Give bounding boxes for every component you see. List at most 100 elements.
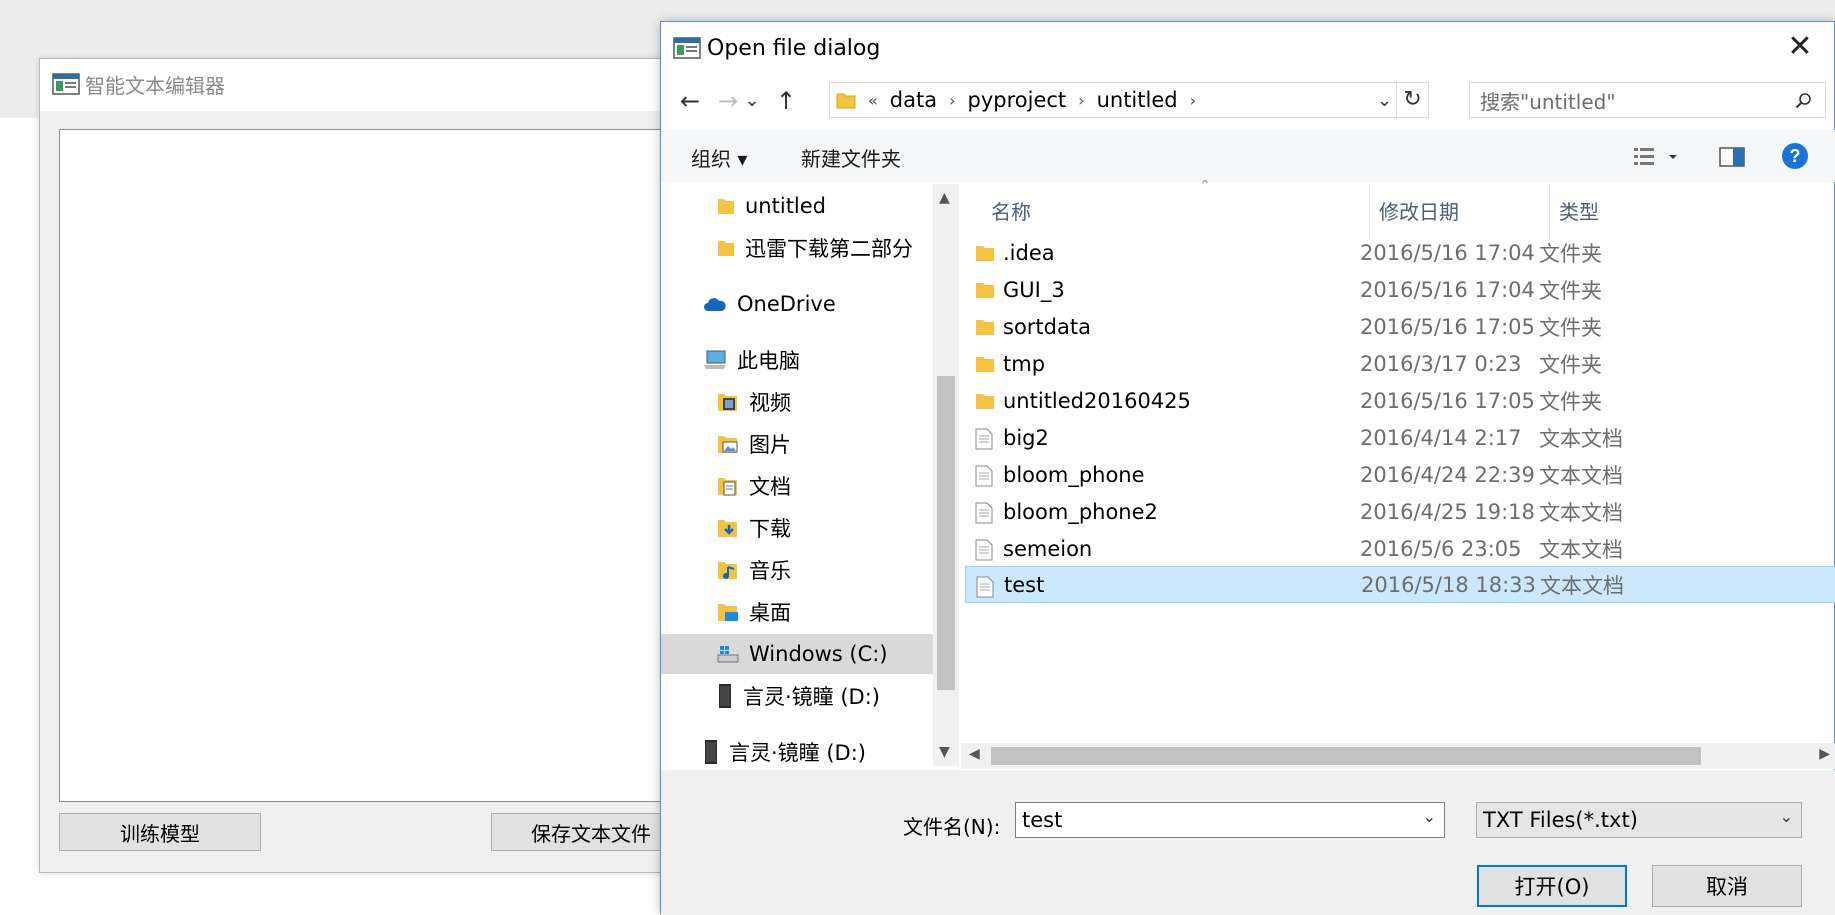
nav-item-drive-d-root[interactable]: 言灵·镜瞳 (D:) bbox=[703, 732, 866, 766]
folder-icon bbox=[976, 357, 994, 372]
forward-arrow-icon[interactable]: → bbox=[713, 86, 743, 116]
text-file-icon bbox=[975, 539, 993, 561]
nav-item-label: untitled bbox=[745, 194, 827, 218]
refresh-icon[interactable]: ↻ bbox=[1396, 83, 1428, 117]
drive-d-icon bbox=[719, 684, 731, 708]
video-folder-icon bbox=[718, 394, 737, 411]
scroll-left-icon[interactable]: ◀ bbox=[969, 746, 980, 762]
nav-item-drive-d[interactable]: 言灵·镜瞳 (D:) bbox=[717, 676, 880, 716]
breadcrumb-data[interactable]: data bbox=[890, 88, 937, 112]
cancel-button[interactable]: 取消 bbox=[1652, 865, 1802, 907]
nav-item-onedrive[interactable]: OneDrive bbox=[703, 284, 836, 324]
file-row-untitled20160425[interactable]: untitled20160425 2016/5/16 17:05 文件夹 bbox=[965, 382, 1835, 419]
nav-item-label: 言灵·镜瞳 (D:) bbox=[729, 741, 866, 765]
dialog-titlebar: Open file dialog bbox=[673, 32, 880, 64]
nav-item-this-pc[interactable]: 此电脑 bbox=[703, 340, 800, 380]
view-options-icon[interactable] bbox=[1633, 146, 1681, 168]
sort-ascending-icon: ⌃ bbox=[1199, 178, 1211, 194]
breadcrumb-separator-icon[interactable]: › bbox=[949, 91, 955, 110]
file-list-scrollbar[interactable]: ◀ ▶ bbox=[961, 743, 1835, 769]
nav-item-label: 下载 bbox=[749, 517, 791, 541]
organize-menu-button[interactable]: 组织 ▾ bbox=[691, 143, 747, 172]
nav-item-desktop[interactable]: 桌面 bbox=[717, 592, 791, 632]
filename-label: 文件名(N): bbox=[903, 815, 1001, 839]
file-date: 2016/5/16 17:04 bbox=[1360, 240, 1535, 265]
filetype-select[interactable]: TXT Files(*.txt) ⌄ bbox=[1476, 802, 1802, 838]
nav-item-pictures[interactable]: 图片 bbox=[717, 424, 791, 464]
scroll-up-icon[interactable]: ▲ bbox=[939, 190, 950, 206]
close-icon[interactable]: ✕ bbox=[1782, 32, 1818, 64]
scroll-right-icon[interactable]: ▶ bbox=[1819, 746, 1830, 762]
file-name: bloom_phone2 bbox=[1003, 499, 1158, 524]
file-row-semeion[interactable]: semeion 2016/5/6 23:05 文本文档 bbox=[965, 530, 1835, 567]
scrollbar-thumb[interactable] bbox=[937, 376, 955, 690]
open-button[interactable]: 打开(O) bbox=[1477, 865, 1627, 907]
file-date: 2016/4/25 19:18 bbox=[1360, 499, 1535, 524]
help-icon[interactable]: ? bbox=[1781, 142, 1809, 170]
file-row-bloom-phone[interactable]: bloom_phone 2016/4/24 22:39 文本文档 bbox=[965, 456, 1835, 493]
nav-item-xunlei-downloads[interactable]: 迅雷下载第二部分 bbox=[717, 228, 913, 268]
file-type: 文本文档 bbox=[1539, 500, 1623, 525]
column-header-date[interactable]: 修改日期 bbox=[1379, 196, 1459, 225]
breadcrumb-pyproject[interactable]: pyproject bbox=[968, 88, 1067, 112]
breadcrumb-separator-icon[interactable]: › bbox=[1190, 91, 1196, 110]
nav-item-label: 文档 bbox=[749, 475, 791, 499]
scrollbar-thumb[interactable] bbox=[991, 747, 1701, 765]
nav-item-untitled[interactable]: untitled bbox=[717, 186, 826, 226]
recent-locations-chevron-icon[interactable]: ⌄ bbox=[742, 86, 762, 116]
computer-icon bbox=[704, 350, 726, 369]
train-model-button[interactable]: 训练模型 bbox=[59, 813, 261, 851]
navigation-pane-scrollbar[interactable]: ▲ ▼ bbox=[933, 184, 959, 766]
nav-item-windows-c[interactable]: Windows (C:) bbox=[661, 634, 933, 674]
scroll-down-icon[interactable]: ▼ bbox=[939, 744, 950, 760]
drive-d-icon bbox=[705, 740, 717, 764]
breadcrumb-untitled[interactable]: untitled bbox=[1097, 88, 1178, 112]
preview-pane-icon[interactable] bbox=[1719, 146, 1745, 168]
editor-text-area[interactable] bbox=[59, 129, 679, 802]
search-placeholder: 搜索"untitled" bbox=[1480, 89, 1616, 114]
nav-item-label: OneDrive bbox=[737, 292, 836, 316]
address-dropdown-icon[interactable]: ⌄ bbox=[1377, 90, 1392, 111]
chevron-down-icon[interactable]: ⌄ bbox=[1423, 807, 1436, 826]
column-divider[interactable] bbox=[1549, 184, 1550, 239]
nav-item-label: 此电脑 bbox=[737, 349, 800, 373]
navigation-pane: untitled 迅雷下载第二部分 OneDrive 此电脑 视频 图片 文档 bbox=[661, 184, 933, 766]
file-row-gui3[interactable]: GUI_3 2016/5/16 17:04 文件夹 bbox=[965, 271, 1835, 308]
file-row-sortdata[interactable]: sortdata 2016/5/16 17:05 文件夹 bbox=[965, 308, 1835, 345]
search-input[interactable]: 搜索"untitled" bbox=[1469, 82, 1826, 118]
column-header-name[interactable]: 名称 bbox=[991, 196, 1031, 225]
file-row-bloom-phone2[interactable]: bloom_phone2 2016/4/25 19:18 文本文档 bbox=[965, 493, 1835, 530]
text-file-icon bbox=[976, 576, 994, 598]
search-icon[interactable] bbox=[1795, 92, 1813, 110]
filename-input[interactable]: test ⌄ bbox=[1015, 802, 1445, 838]
nav-item-downloads[interactable]: 下载 bbox=[717, 508, 791, 548]
text-file-icon bbox=[975, 428, 993, 450]
breadcrumb-separator-icon[interactable]: › bbox=[1078, 91, 1084, 110]
nav-item-label: 音乐 bbox=[749, 559, 791, 583]
file-row-big2[interactable]: big2 2016/4/14 2:17 文本文档 bbox=[965, 419, 1835, 456]
nav-item-label: 言灵·镜瞳 (D:) bbox=[743, 685, 880, 709]
column-header-type[interactable]: 类型 bbox=[1559, 196, 1599, 225]
address-bar[interactable]: « data › pyproject › untitled › ⌄ ↻ bbox=[829, 82, 1429, 118]
main-window: 智能文本编辑器 训练模型 保存文本文件 bbox=[39, 58, 691, 873]
file-date: 2016/5/16 17:04 bbox=[1360, 277, 1535, 302]
filetype-value: TXT Files(*.txt) bbox=[1483, 808, 1638, 832]
address-overflow-icon[interactable]: « bbox=[868, 91, 878, 110]
text-file-icon bbox=[975, 465, 993, 487]
file-name: .idea bbox=[1003, 240, 1055, 265]
folder-icon bbox=[976, 320, 994, 335]
chevron-down-icon[interactable]: ⌄ bbox=[1780, 807, 1793, 826]
file-row-tmp[interactable]: tmp 2016/3/17 0:23 文件夹 bbox=[965, 345, 1835, 382]
new-folder-button[interactable]: 新建文件夹 bbox=[801, 143, 901, 172]
nav-item-videos[interactable]: 视频 bbox=[717, 382, 791, 422]
folder-icon bbox=[976, 246, 994, 261]
file-row-test-selected[interactable]: test 2016/5/18 18:33 文本文档 bbox=[965, 566, 1835, 603]
back-arrow-icon[interactable]: ← bbox=[675, 86, 705, 116]
column-divider[interactable] bbox=[1369, 184, 1370, 239]
nav-item-music[interactable]: 音乐 bbox=[717, 550, 791, 590]
file-type: 文本文档 bbox=[1539, 537, 1623, 562]
nav-item-documents[interactable]: 文档 bbox=[717, 466, 791, 506]
up-arrow-icon[interactable]: ↑ bbox=[771, 86, 801, 116]
file-row-idea[interactable]: .idea 2016/5/16 17:04 文件夹 bbox=[965, 234, 1835, 271]
music-folder-icon bbox=[718, 562, 737, 579]
